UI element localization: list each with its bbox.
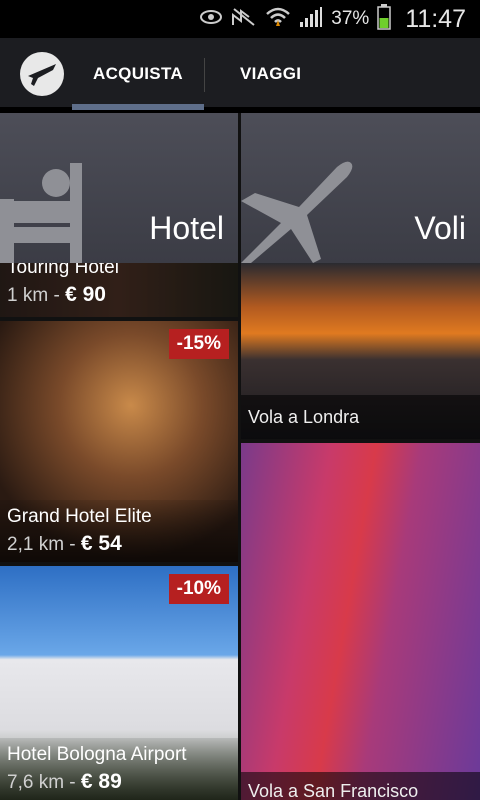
flights-section-tile[interactable]: Voli: [241, 113, 480, 263]
discount-badge: -10%: [168, 574, 229, 604]
flight-card-san-francisco[interactable]: Vola a San Francisco: [241, 443, 480, 800]
hotel-price-line: 7,6 km - € 89: [7, 770, 122, 793]
action-bar: ACQUISTA VIAGGI: [0, 38, 480, 110]
tab-viaggi[interactable]: VIAGGI: [240, 38, 301, 110]
hotel-name: Touring Hotel: [7, 263, 119, 278]
hotel-distance: 7,6 km: [7, 772, 65, 793]
hotel-price: € 90: [65, 283, 106, 306]
tab-divider: [204, 58, 205, 92]
hotel-price: € 89: [80, 770, 122, 793]
signal-icon: [299, 6, 323, 33]
flights-section-label: Voli: [414, 210, 466, 246]
hotel-price: € 54: [80, 532, 122, 555]
content-grid: Hotel Voli Touring Hotel 1 km - € 90 -15…: [0, 113, 480, 800]
hotel-section-label: Hotel: [149, 210, 224, 246]
no-signal-icon: [231, 7, 257, 32]
hotel-caption: Hotel Bologna Airport 7,6 km - € 89: [0, 738, 238, 800]
app-logo[interactable]: [20, 52, 64, 96]
hotel-section-tile[interactable]: Hotel: [0, 113, 238, 263]
clock: 11:47: [405, 4, 466, 33]
battery-percent: 37%: [331, 8, 370, 29]
battery-icon: [377, 3, 392, 35]
tab-acquista-label: ACQUISTA: [93, 64, 183, 83]
hotel-distance: 1 km: [7, 285, 49, 306]
eye-icon: [199, 8, 223, 31]
hotel-name: Grand Hotel Elite: [7, 506, 152, 527]
hotel-price-line: 2,1 km - € 54: [7, 532, 122, 555]
hotel-card-touring[interactable]: Touring Hotel 1 km - € 90: [0, 263, 238, 317]
flight-caption: Vola a Londra: [241, 395, 480, 439]
hotel-card-bologna-airport[interactable]: -10% Hotel Bologna Airport 7,6 km - € 89: [0, 566, 238, 800]
hotel-caption: Touring Hotel 1 km - € 90: [0, 263, 238, 317]
tab-acquista[interactable]: ACQUISTA: [72, 38, 204, 110]
hotel-distance: 2,1 km: [7, 534, 65, 555]
status-bar: 37% 11:47: [0, 0, 480, 38]
flight-photo: [241, 443, 480, 800]
tab-viaggi-label: VIAGGI: [240, 64, 302, 83]
plane-icon: [241, 161, 353, 263]
flight-card-london[interactable]: Vola a Londra: [241, 263, 480, 439]
hotel-caption: Grand Hotel Elite 2,1 km - € 54: [0, 500, 238, 562]
plane-logo-icon: [28, 64, 56, 86]
bed-icon: [0, 163, 82, 263]
flight-caption: Vola a San Francisco: [241, 772, 480, 800]
hotel-card-grand-elite[interactable]: -15% Grand Hotel Elite 2,1 km - € 54: [0, 321, 238, 562]
hotel-price-line: 1 km - € 90: [7, 283, 106, 306]
discount-badge: -15%: [168, 329, 229, 359]
hotel-name: Hotel Bologna Airport: [7, 744, 187, 765]
wifi-icon: [265, 6, 291, 33]
